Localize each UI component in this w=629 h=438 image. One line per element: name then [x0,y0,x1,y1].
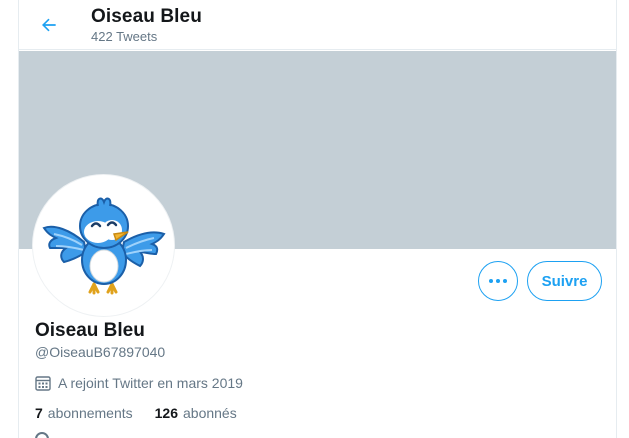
tweet-count: 422 Tweets [91,29,158,44]
follow-button[interactable]: Suivre [527,261,602,301]
following-link[interactable]: 7 abonnements [35,405,133,421]
calendar-icon [35,375,51,391]
more-dots-icon [489,279,507,283]
truncated-icon [35,432,49,438]
join-date-text: A rejoint Twitter en mars 2019 [58,375,243,391]
back-button[interactable] [33,9,65,41]
profile-handle: @OiseauB67897040 [35,344,166,360]
more-options-button[interactable] [478,261,518,301]
following-count: 7 [35,405,43,421]
followers-label: abonnés [183,405,237,421]
header-title: Oiseau Bleu [91,6,202,27]
arrow-left-icon [42,18,56,32]
avatar[interactable] [33,175,174,316]
following-label: abonnements [47,405,133,421]
followers-link[interactable]: 126 abonnés [155,405,237,421]
profile-header: Oiseau Bleu 422 Tweets [19,0,616,50]
profile-name: Oiseau Bleu [35,320,145,341]
blue-bird-mascot-icon [41,197,166,294]
follow-stats: 7 abonnements 126 abonnés [35,405,237,421]
followers-count: 126 [154,405,178,421]
join-date: A rejoint Twitter en mars 2019 [35,373,243,393]
profile-column: Oiseau Bleu 422 Tweets Suivre Oiseau Ble… [18,0,617,438]
